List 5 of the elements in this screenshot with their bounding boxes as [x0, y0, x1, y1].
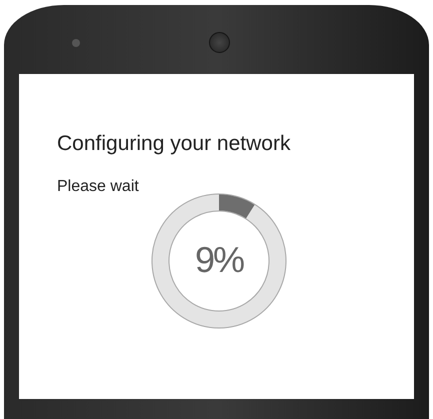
- status-text: Please wait: [57, 178, 140, 196]
- speaker-icon: [209, 32, 230, 53]
- progress-percent: 9%: [194, 239, 245, 281]
- camera-icon: [72, 38, 80, 46]
- screen-title: Configuring your network: [57, 132, 292, 156]
